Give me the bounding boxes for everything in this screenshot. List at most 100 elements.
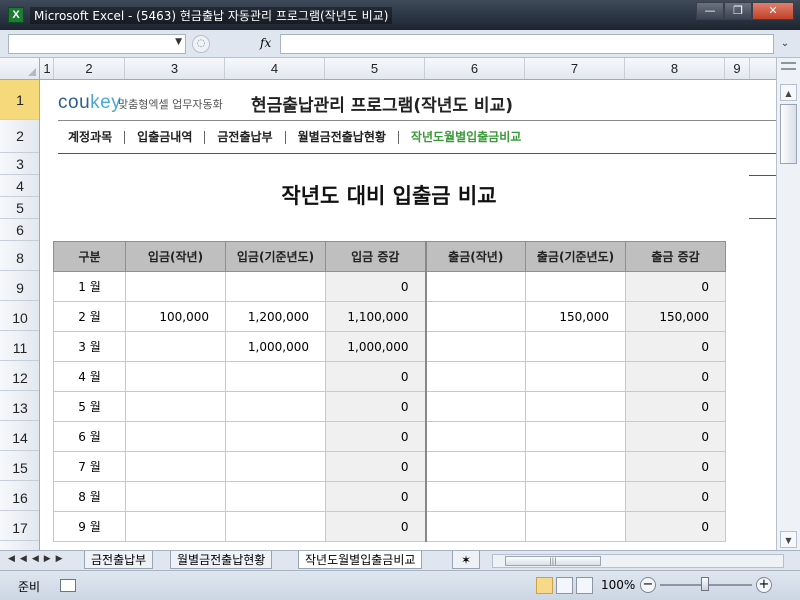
worksheet[interactable]: coukey 맞춤형엑셀 업무자동화 현금출납관리 프로그램(작년도 비교) 계… (41, 80, 776, 550)
column-header[interactable]: 7 (525, 58, 625, 79)
table-cell[interactable] (225, 361, 326, 392)
column-header[interactable]: 5 (325, 58, 425, 79)
sheet-tab-cashbook[interactable]: 금전출납부 (84, 551, 154, 569)
horizontal-scrollbar[interactable]: ||| (492, 554, 784, 568)
table-cell[interactable] (225, 391, 326, 422)
row-header[interactable]: 5 (0, 197, 39, 219)
table-cell[interactable]: 0 (625, 271, 726, 302)
row-header[interactable]: 18 (0, 541, 39, 550)
column-header[interactable]: 9 (725, 58, 750, 79)
zoom-slider-thumb[interactable] (701, 577, 709, 591)
row-header[interactable]: 9 (0, 271, 39, 301)
vertical-scrollbar[interactable]: ▲ ▼ (776, 58, 800, 550)
table-cell[interactable] (525, 481, 626, 512)
normal-view-button[interactable] (536, 577, 553, 594)
row-header[interactable]: 14 (0, 421, 39, 451)
vertical-scroll-thumb[interactable] (780, 104, 797, 164)
table-cell[interactable] (425, 481, 526, 512)
table-header[interactable]: 입금(기준년도) (225, 241, 326, 272)
table-cell[interactable] (125, 331, 226, 362)
row-header[interactable]: 6 (0, 219, 39, 241)
table-cell[interactable] (425, 301, 526, 332)
table-cell[interactable] (525, 391, 626, 422)
macro-record-icon[interactable] (60, 579, 76, 592)
table-cell[interactable]: 6 월 (53, 421, 126, 452)
table-cell[interactable] (125, 511, 226, 542)
table-cell[interactable]: 0 (625, 391, 726, 422)
table-cell[interactable] (425, 361, 526, 392)
select-all-button[interactable] (0, 58, 40, 79)
scroll-down-icon[interactable]: ▼ (780, 531, 797, 548)
table-cell[interactable]: 150,000 (525, 301, 626, 332)
table-cell[interactable]: 1,000,000 (325, 331, 427, 362)
row-header[interactable]: 11 (0, 331, 39, 361)
table-cell[interactable] (425, 511, 526, 542)
row-header[interactable]: 12 (0, 361, 39, 391)
table-cell[interactable]: 7 월 (53, 451, 126, 482)
insert-sheet-icon[interactable]: ✶ (452, 551, 480, 569)
table-cell[interactable]: 150,000 (625, 301, 726, 332)
column-header[interactable]: 2 (54, 58, 125, 79)
row-header[interactable]: 2 (0, 120, 39, 153)
table-cell[interactable] (525, 421, 626, 452)
table-cell[interactable] (525, 331, 626, 362)
nav-item-transactions[interactable]: 입출금내역 (125, 130, 206, 144)
table-cell[interactable] (225, 421, 326, 452)
sheet-tab-monthly-status[interactable]: 월별금전출납현황 (170, 551, 273, 569)
table-header[interactable]: 입금 증감 (325, 241, 427, 272)
table-cell[interactable]: 5 월 (53, 391, 126, 422)
table-cell[interactable]: 0 (325, 391, 427, 422)
restore-button[interactable]: ❐ (724, 2, 752, 20)
sheet-tab-yearly-compare[interactable]: 작년도월별입출금비교 (298, 551, 423, 569)
row-header[interactable]: 4 (0, 175, 39, 197)
table-cell[interactable] (525, 511, 626, 542)
zoom-out-icon[interactable]: − (640, 577, 656, 593)
table-cell[interactable]: 0 (325, 481, 427, 512)
table-cell[interactable]: 0 (325, 361, 427, 392)
table-cell[interactable] (425, 271, 526, 302)
table-cell[interactable] (125, 481, 226, 512)
table-cell[interactable]: 0 (625, 331, 726, 362)
table-cell[interactable] (425, 421, 526, 452)
table-cell[interactable] (225, 481, 326, 512)
row-header[interactable]: 15 (0, 451, 39, 481)
table-cell[interactable]: 0 (325, 271, 427, 302)
table-cell[interactable]: 8 월 (53, 481, 126, 512)
table-cell[interactable]: 0 (625, 451, 726, 482)
horizontal-scroll-thumb[interactable]: ||| (505, 556, 601, 566)
table-cell[interactable]: 3 월 (53, 331, 126, 362)
table-cell[interactable] (525, 271, 626, 302)
column-header[interactable]: 4 (225, 58, 325, 79)
table-cell[interactable] (425, 451, 526, 482)
row-header[interactable]: 3 (0, 153, 39, 175)
table-cell[interactable]: 1,200,000 (225, 301, 326, 332)
page-layout-view-button[interactable] (556, 577, 573, 594)
zoom-level[interactable]: 100% (601, 578, 635, 592)
table-cell[interactable] (125, 271, 226, 302)
table-cell[interactable]: 0 (325, 451, 427, 482)
minimize-button[interactable]: — (696, 2, 724, 20)
table-header[interactable]: 출금(작년) (425, 241, 526, 272)
table-cell[interactable] (125, 421, 226, 452)
table-cell[interactable]: 2 월 (53, 301, 126, 332)
table-cell[interactable]: 0 (325, 421, 427, 452)
row-header[interactable]: 16 (0, 481, 39, 511)
row-header[interactable]: 10 (0, 301, 39, 331)
insert-function-button[interactable]: fx (260, 36, 271, 50)
column-header[interactable]: 6 (425, 58, 525, 79)
table-cell[interactable]: 0 (625, 361, 726, 392)
tab-navigation-icon[interactable]: ◀◀◀▶▶ (8, 554, 68, 564)
expand-formula-icon[interactable]: ⌄ (776, 34, 794, 54)
table-header[interactable]: 출금(기준년도) (525, 241, 626, 272)
table-cell[interactable] (125, 361, 226, 392)
close-button[interactable]: ✕ (752, 2, 794, 20)
table-cell[interactable]: 100,000 (125, 301, 226, 332)
table-cell[interactable] (125, 391, 226, 422)
table-cell[interactable]: 1,000,000 (225, 331, 326, 362)
table-cell[interactable]: 0 (625, 481, 726, 512)
table-cell[interactable] (425, 331, 526, 362)
excel-icon[interactable]: X (8, 7, 24, 23)
chevron-down-icon[interactable]: ▼ (175, 37, 182, 47)
formula-input[interactable] (280, 34, 774, 54)
table-cell[interactable] (525, 361, 626, 392)
